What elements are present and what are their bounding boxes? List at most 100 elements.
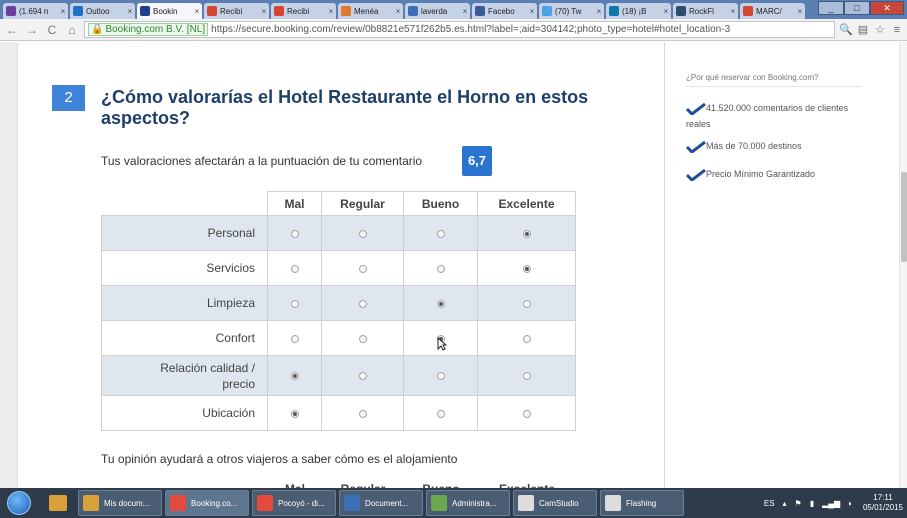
taskbar-button[interactable]: Flashing bbox=[600, 490, 684, 516]
rating-radio[interactable] bbox=[290, 372, 299, 381]
address-bar[interactable]: 🔒 Booking.com B.V. [NL] https://secure.b… bbox=[84, 21, 835, 38]
rating-radio[interactable] bbox=[522, 264, 531, 273]
tab-title: Outloo bbox=[86, 6, 110, 16]
browser-tab[interactable]: Facebo × bbox=[472, 3, 537, 19]
why-book-item: Más de 70.000 destinos bbox=[686, 138, 862, 154]
taskbar-button[interactable]: Mis docum... bbox=[78, 490, 162, 516]
rating-radio[interactable] bbox=[290, 264, 299, 273]
browser-tab[interactable]: MARC/ × bbox=[740, 3, 805, 19]
home-icon[interactable]: ⌂ bbox=[64, 22, 80, 38]
checkmark-icon bbox=[686, 102, 706, 115]
signal-icon[interactable]: ▂▄▆ bbox=[822, 499, 840, 508]
rating-radio[interactable] bbox=[436, 372, 445, 381]
windows-logo-icon bbox=[7, 491, 31, 515]
tab-close-icon[interactable]: × bbox=[58, 7, 68, 16]
why-book-item-text: Más de 70.000 destinos bbox=[706, 141, 802, 151]
browser-tab[interactable]: Outloo × bbox=[70, 3, 135, 19]
volume-icon[interactable]: ◐ bbox=[848, 499, 853, 508]
rating-radio[interactable] bbox=[358, 264, 367, 273]
tab-close-icon[interactable]: × bbox=[527, 7, 537, 16]
taskbar-button[interactable]: Administra... bbox=[426, 490, 510, 516]
language-indicator[interactable]: ES bbox=[764, 499, 775, 508]
scrollbar[interactable] bbox=[899, 42, 907, 488]
browser-tab[interactable]: (18) ¡B × bbox=[606, 3, 671, 19]
tab-close-icon[interactable]: × bbox=[661, 7, 671, 16]
taskbar-button[interactable]: Booking.co... bbox=[165, 490, 249, 516]
rating-radio[interactable] bbox=[358, 334, 367, 343]
left-gutter bbox=[0, 42, 18, 488]
rating-radio[interactable] bbox=[358, 409, 367, 418]
browser-tab[interactable]: Recibi × bbox=[271, 3, 336, 19]
page-action-icon[interactable]: ▤ bbox=[856, 23, 870, 37]
rating-radio[interactable] bbox=[290, 409, 299, 418]
rating-radio[interactable] bbox=[290, 334, 299, 343]
close-window-button[interactable]: ✕ bbox=[870, 1, 904, 15]
start-button[interactable] bbox=[1, 489, 37, 517]
tab-close-icon[interactable]: × bbox=[259, 7, 269, 16]
rating-row: Confort bbox=[101, 320, 576, 356]
menu-icon[interactable]: ≡ bbox=[890, 23, 904, 37]
rating-radio[interactable] bbox=[358, 229, 367, 238]
rating-radio[interactable] bbox=[436, 409, 445, 418]
rating-radio[interactable] bbox=[522, 229, 531, 238]
rating-radio[interactable] bbox=[358, 372, 367, 381]
tab-close-icon[interactable]: × bbox=[393, 7, 403, 16]
browser-tab[interactable]: RockFl × bbox=[673, 3, 738, 19]
why-book-title: ¿Por qué reservar con Booking.com? bbox=[686, 73, 819, 82]
column-header: Mal bbox=[267, 191, 322, 216]
tab-close-icon[interactable]: × bbox=[192, 7, 202, 16]
secure-badge[interactable]: 🔒 Booking.com B.V. [NL] bbox=[88, 23, 209, 36]
rating-radio[interactable] bbox=[290, 299, 299, 308]
tray-expand-icon[interactable]: ▴ bbox=[783, 499, 787, 508]
rating-radio[interactable] bbox=[290, 229, 299, 238]
taskbar-button[interactable]: CamStudio bbox=[513, 490, 597, 516]
browser-tab[interactable]: Bookin × bbox=[137, 3, 202, 19]
tab-close-icon[interactable]: × bbox=[125, 7, 135, 16]
browser-tab[interactable]: Menéa × bbox=[338, 3, 403, 19]
clock[interactable]: 17:11 05/01/2015 bbox=[863, 493, 903, 513]
gmail-icon bbox=[274, 6, 284, 16]
pinned-media-player[interactable] bbox=[41, 490, 75, 516]
taskbar-button[interactable]: Pocoyó - di... bbox=[252, 490, 336, 516]
tab-close-icon[interactable]: × bbox=[594, 7, 604, 16]
network-icon[interactable]: ▮ bbox=[810, 499, 814, 508]
zoom-icon[interactable]: 🔍 bbox=[839, 23, 853, 37]
tab-close-icon[interactable]: × bbox=[326, 7, 336, 16]
secure-label: Booking.com B.V. [NL] bbox=[105, 23, 206, 35]
taskbar-button-label: Pocoyó - di... bbox=[278, 498, 325, 508]
maximize-button[interactable]: □ bbox=[844, 1, 870, 15]
rating-radio[interactable] bbox=[522, 409, 531, 418]
browser-tab[interactable]: laverda × bbox=[405, 3, 470, 19]
rating-radio[interactable] bbox=[358, 299, 367, 308]
rating-cell bbox=[477, 250, 576, 286]
rating-cell bbox=[267, 355, 322, 396]
taskbar-button[interactable]: Document... bbox=[339, 490, 423, 516]
browser-tab[interactable]: (1.694 n × bbox=[3, 3, 68, 19]
reload-icon[interactable]: C bbox=[44, 22, 60, 38]
browser-tab[interactable]: (70) Tw × bbox=[539, 3, 604, 19]
tab-close-icon[interactable]: × bbox=[728, 7, 738, 16]
scrollbar-thumb[interactable] bbox=[901, 172, 907, 262]
rating-radio[interactable] bbox=[522, 299, 531, 308]
rating-radio[interactable] bbox=[522, 334, 531, 343]
linkedin-icon bbox=[609, 6, 619, 16]
rating-radio[interactable] bbox=[436, 264, 445, 273]
tab-close-icon[interactable]: × bbox=[460, 7, 470, 16]
why-book-item: Precio Mínimo Garantizado bbox=[686, 166, 862, 182]
browser-tab[interactable]: Recibi × bbox=[204, 3, 269, 19]
rating-radio[interactable] bbox=[522, 372, 531, 381]
rating-radio[interactable] bbox=[436, 299, 445, 308]
forward-icon[interactable]: → bbox=[24, 22, 40, 38]
lock-icon: 🔒 bbox=[91, 23, 104, 35]
column-header: Regular bbox=[321, 191, 404, 216]
opinion-text: Tu opinión ayudará a otros viajeros a sa… bbox=[101, 452, 458, 466]
url-text: https://secure.booking.com/review/0b8821… bbox=[211, 24, 731, 35]
bookmark-star-icon[interactable]: ☆ bbox=[873, 23, 887, 37]
tab-close-icon[interactable]: × bbox=[795, 7, 805, 16]
sidebar-divider bbox=[664, 42, 665, 488]
flag-icon[interactable]: ⚑ bbox=[795, 499, 802, 508]
minimize-button[interactable]: _ bbox=[818, 1, 844, 15]
back-icon[interactable]: ← bbox=[4, 22, 20, 38]
rating-cell bbox=[267, 250, 322, 286]
rating-radio[interactable] bbox=[436, 229, 445, 238]
